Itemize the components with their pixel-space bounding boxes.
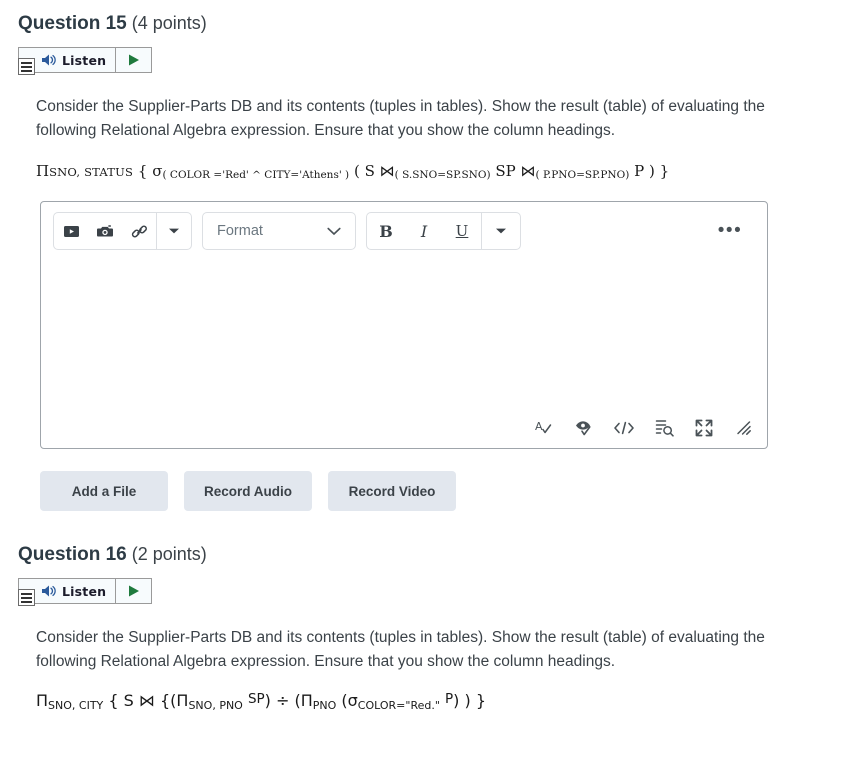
selection-condition: ( COLOR ='Red' ^ CITY='Athens' ) <box>162 169 350 181</box>
join-symbol: ⋈ <box>138 691 155 710</box>
record-audio-button[interactable]: Record Audio <box>184 471 313 511</box>
style-more-chevron-down-icon[interactable] <box>482 213 520 249</box>
word-count-icon[interactable] <box>653 417 675 439</box>
question-16-expression: ΠSNO, CITY { S ⋈ {(ΠSNO, PNO SP) ÷ (ΠPNO… <box>0 691 846 712</box>
camera-icon[interactable] <box>88 213 122 249</box>
join-symbol-1: ⋈ <box>379 162 395 180</box>
listen-bar-q15[interactable]: Listen <box>18 47 153 75</box>
fullscreen-icon[interactable] <box>693 417 715 439</box>
relation-s: S <box>123 691 134 710</box>
listen-label-q16: Listen <box>62 583 107 599</box>
resize-handle-icon[interactable] <box>733 417 755 439</box>
record-video-button[interactable]: Record Video <box>328 471 457 511</box>
attachment-buttons-q15: Add a File Record Audio Record Video <box>0 471 846 511</box>
play-triangle-icon[interactable] <box>116 579 151 603</box>
question-16-points: (2 points) <box>131 544 207 564</box>
relation-s: S <box>364 162 375 180</box>
selection-condition: COLOR="Red." <box>357 699 440 712</box>
open-brace: { <box>108 691 119 710</box>
selection-symbol: σ <box>347 691 358 710</box>
open-brace: { <box>137 162 148 180</box>
relation-sp: SP <box>495 162 516 180</box>
hamburger-menu-icon[interactable] <box>18 589 35 606</box>
bold-button[interactable]: B <box>367 213 405 249</box>
projection-symbol: Π <box>36 162 50 180</box>
italic-button[interactable]: I <box>405 213 443 249</box>
rich-content-editor-q15[interactable]: Format B I U ••• A <box>40 201 768 449</box>
speaker-icon <box>42 54 56 66</box>
close-paren-1: ) <box>264 691 271 710</box>
division-symbol: ÷ <box>276 691 290 710</box>
question-16-header: Question 16 (2 points) <box>0 543 846 566</box>
question-16-title: Question 16 <box>18 544 127 565</box>
join-condition-2: ( P.PNO=SP.PNO) <box>535 169 630 181</box>
close-brace: } <box>475 691 487 710</box>
question-15-header: Question 15 (4 points) <box>0 12 846 35</box>
html-editor-icon[interactable] <box>613 417 635 439</box>
close-brace: } <box>659 162 670 180</box>
projection-symbol-3: Π <box>300 691 313 710</box>
relation-p: P <box>445 691 454 707</box>
speaker-icon <box>42 585 56 597</box>
listen-label-q15: Listen <box>62 52 107 68</box>
projection-attributes: SNO, CITY <box>48 699 104 712</box>
question-16-prompt: Consider the Supplier-Parts DB and its c… <box>36 629 765 670</box>
projection-attributes-3: PNO <box>312 699 337 712</box>
svg-text:A: A <box>535 420 543 433</box>
format-dropdown[interactable]: Format <box>202 212 356 250</box>
editor-toolbar: Format B I U ••• <box>41 202 767 250</box>
toolbar-overflow-button[interactable]: ••• <box>713 212 755 250</box>
open-brace-2: { <box>159 691 171 710</box>
join-symbol-2: ⋈ <box>520 162 536 180</box>
hamburger-menu-icon[interactable] <box>18 58 35 75</box>
format-chevron-down-icon <box>327 227 341 235</box>
projection-attributes: SNO, STATUS <box>49 165 134 179</box>
join-condition-1: ( S.SNO=SP.SNO) <box>394 169 491 181</box>
relation-p: P <box>634 162 645 180</box>
play-triangle-icon[interactable] <box>116 48 151 72</box>
close-paren-3: ) <box>464 691 471 710</box>
format-label: Format <box>217 223 263 239</box>
insert-group <box>53 212 192 250</box>
listen-bar-q16[interactable]: Listen <box>18 578 153 606</box>
accessibility-checker-icon[interactable] <box>573 417 595 439</box>
projection-symbol-2: Π <box>176 691 189 710</box>
relation-sp: SP <box>247 691 265 707</box>
video-icon[interactable] <box>54 213 88 249</box>
close-paren-2: ) <box>453 691 460 710</box>
projection-symbol: Π <box>36 691 49 710</box>
spellcheck-icon[interactable]: A <box>533 417 555 439</box>
question-15-title: Question 15 <box>18 13 127 34</box>
close-paren: ) <box>648 162 655 180</box>
editor-text-area[interactable] <box>41 250 767 368</box>
text-style-group: B I U <box>366 212 521 250</box>
underline-button[interactable]: U <box>443 213 481 249</box>
insert-more-chevron-down-icon[interactable] <box>157 213 191 249</box>
question-15-prompt: Consider the Supplier-Parts DB and its c… <box>36 98 765 139</box>
projection-attributes-2: SNO, PNO <box>188 699 243 712</box>
open-paren: ( <box>353 162 360 180</box>
selection-symbol: σ <box>152 162 163 180</box>
editor-status-bar: A <box>41 408 767 448</box>
question-15-expression: ΠSNO, STATUS { σ( COLOR ='Red' ^ CITY='A… <box>0 162 846 181</box>
add-a-file-button[interactable]: Add a File <box>40 471 168 511</box>
link-icon[interactable] <box>122 213 156 249</box>
question-15-points: (4 points) <box>131 13 207 33</box>
